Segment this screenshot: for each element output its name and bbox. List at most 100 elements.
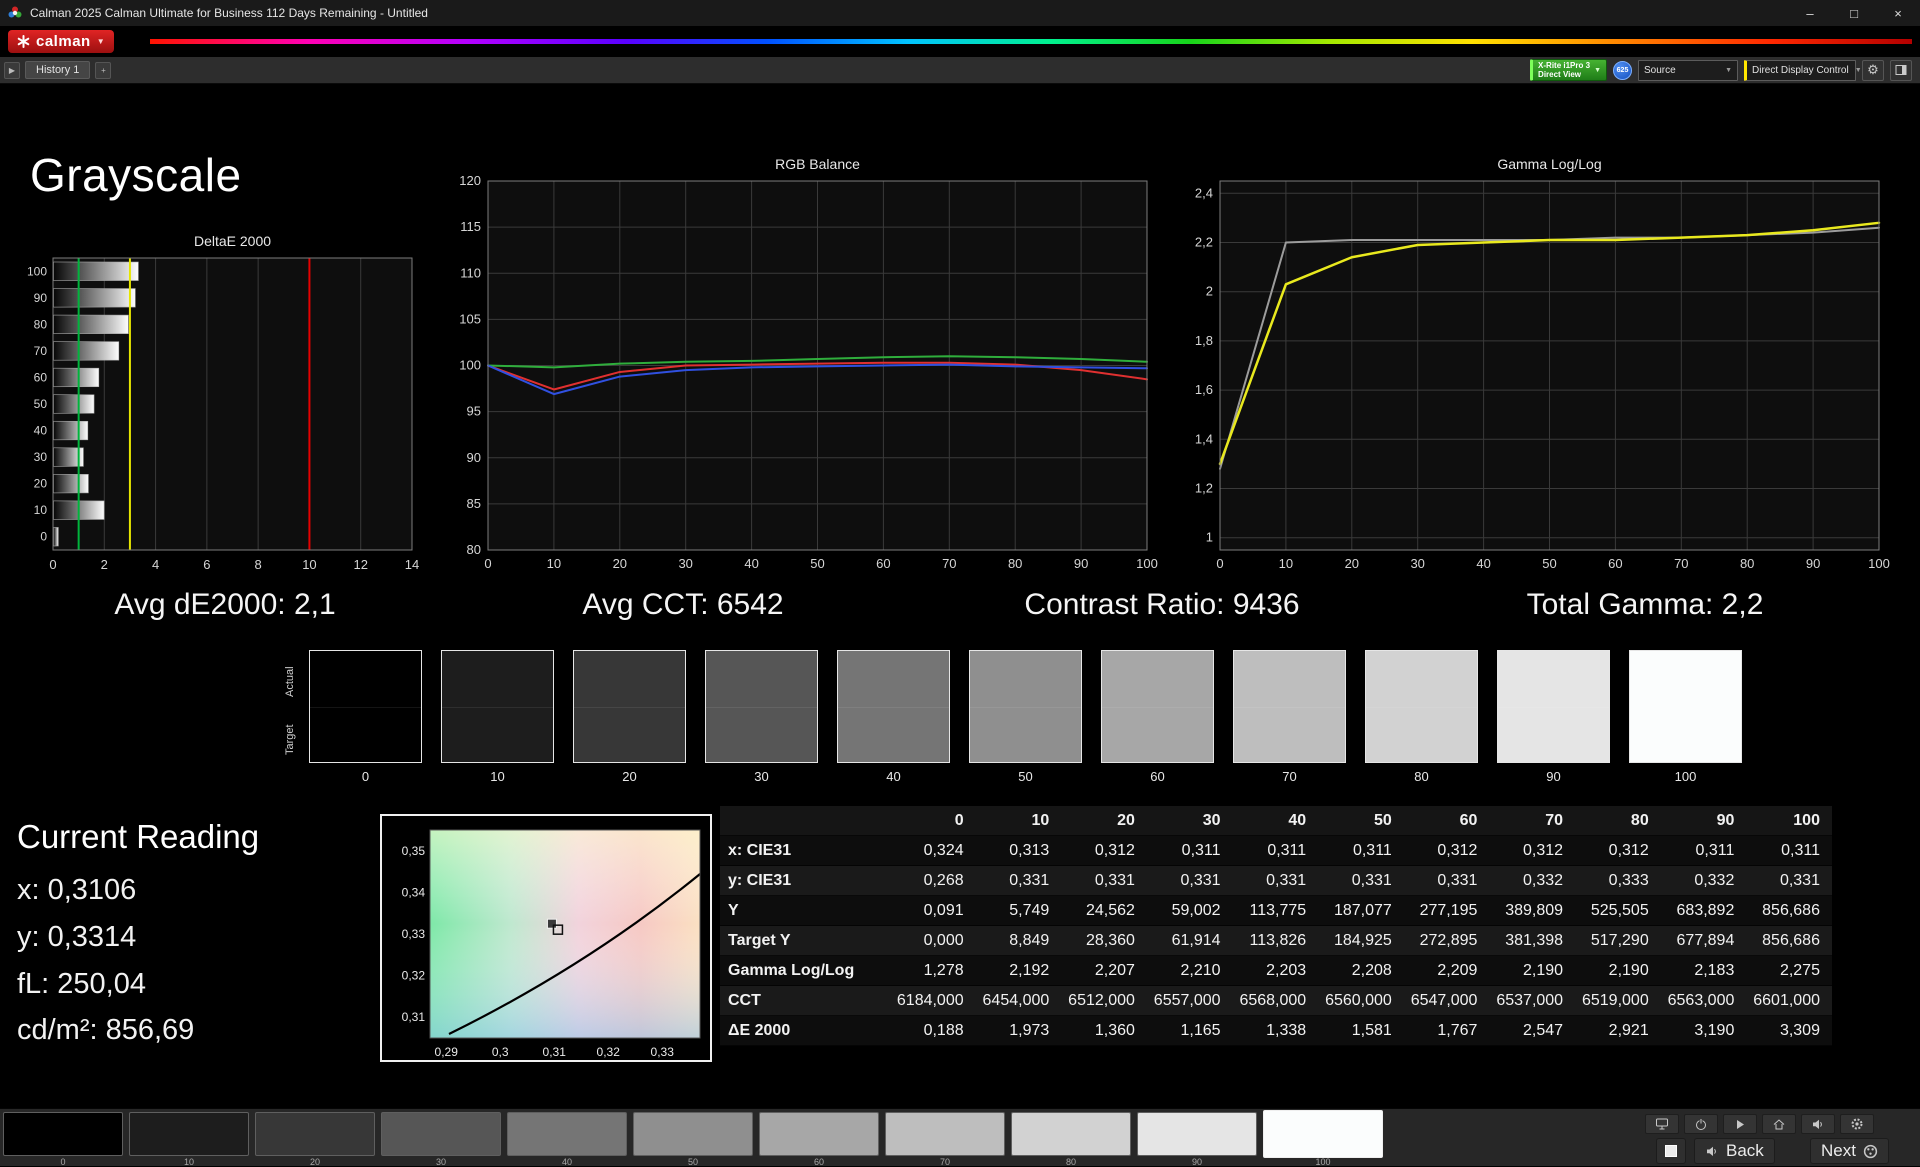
chart-label: 0,33 xyxy=(402,927,426,941)
swatch-level-label: 70 xyxy=(1282,769,1297,784)
chart-label: 4 xyxy=(152,557,159,572)
gear-button[interactable] xyxy=(1840,1114,1874,1134)
pattern-patch-90[interactable] xyxy=(1137,1112,1257,1156)
chart-label: 40 xyxy=(1476,556,1490,571)
spectrum-strip xyxy=(150,39,1912,44)
maximize-button[interactable]: □ xyxy=(1832,0,1876,27)
pattern-patch-0[interactable] xyxy=(3,1112,123,1156)
table-cell: 0,312 xyxy=(1437,841,1478,859)
close-button[interactable]: × xyxy=(1876,0,1920,27)
chart-label: 20 xyxy=(1345,556,1359,571)
chart-label: 105 xyxy=(459,311,481,326)
swatch-actual xyxy=(706,651,817,707)
settings-gear-button[interactable]: ⚙ xyxy=(1862,59,1884,81)
table-cell: 184,925 xyxy=(1333,931,1392,949)
table-cell: 517,290 xyxy=(1590,931,1649,949)
chart-label: 0,31 xyxy=(543,1045,567,1059)
tab-history-1[interactable]: History 1 xyxy=(25,61,91,79)
row-label: Y xyxy=(728,901,739,919)
actual-axis-label: Actual xyxy=(284,666,296,698)
side-panel-toggle-button[interactable] xyxy=(1890,59,1912,81)
chart-label: 0 xyxy=(49,557,56,572)
pattern-square-icon xyxy=(1665,1145,1677,1157)
table-cell: 6563,000 xyxy=(1667,991,1735,1009)
chart-label: 100 xyxy=(1136,556,1158,571)
pattern-patch-80[interactable] xyxy=(1011,1112,1131,1156)
side-panel-icon xyxy=(1895,65,1907,75)
pattern-patch-40[interactable] xyxy=(507,1112,627,1156)
swatch-level-label: 20 xyxy=(622,769,637,784)
pattern-patch-30[interactable] xyxy=(381,1112,501,1156)
swatch-target xyxy=(706,706,817,762)
table-cell: 0,331 xyxy=(1180,871,1221,889)
minimize-button[interactable]: – xyxy=(1788,0,1832,27)
calman-logo[interactable]: calman ▼ xyxy=(8,30,114,53)
chart-label: 70 xyxy=(1674,556,1688,571)
swatch-actual xyxy=(1630,651,1741,707)
display-control-dropdown[interactable]: Direct Display Control ▼ xyxy=(1744,59,1862,81)
table-cell: 6560,000 xyxy=(1325,991,1392,1009)
chart-label: 0,3 xyxy=(492,1045,509,1059)
table-row: ΔE 2000 0,188 1,973 1,360 1,165 1,338 1,581 1,7… xyxy=(720,1016,1832,1046)
speaker-button[interactable] xyxy=(1801,1114,1835,1134)
chart-label: 1,4 xyxy=(1195,431,1213,446)
window-title: Calman 2025 Calman Ultimate for Business… xyxy=(30,6,428,20)
play-button[interactable] xyxy=(1723,1114,1757,1134)
home-button[interactable] xyxy=(1762,1114,1796,1134)
meter-dropdown[interactable]: X-Rite i1Pro 3 Direct View ▼ xyxy=(1530,59,1607,81)
chart-label: 115 xyxy=(460,219,481,234)
chart-label: 0,29 xyxy=(435,1045,459,1059)
table-header-cell: 30 xyxy=(1202,811,1221,829)
gear-icon xyxy=(1851,1118,1863,1130)
chart-label: 50 xyxy=(1542,556,1556,571)
chevron-down-icon: ▼ xyxy=(96,37,105,46)
toolbar: ▶ History 1 + X-Rite i1Pro 3 Direct View… xyxy=(0,57,1920,84)
table-cell: 0,331 xyxy=(1094,871,1135,889)
table-cell: 24,562 xyxy=(1085,901,1135,919)
pattern-patch-60[interactable] xyxy=(759,1112,879,1156)
pattern-patch-20[interactable] xyxy=(255,1112,375,1156)
swatch-level-label: 10 xyxy=(490,769,505,784)
table-cell: 0,331 xyxy=(1779,871,1820,889)
table-cell: 2,208 xyxy=(1351,961,1392,979)
chart-label: 8 xyxy=(255,557,262,572)
panel-expand-button[interactable]: ▶ xyxy=(4,61,20,79)
meter-status-badge[interactable]: 625 xyxy=(1613,60,1632,80)
display-button[interactable] xyxy=(1645,1114,1679,1134)
table-cell: 0,091 xyxy=(923,901,964,919)
chart-label: 80 xyxy=(1740,556,1754,571)
table-cell: 277,195 xyxy=(1419,901,1478,919)
table-cell: 3,190 xyxy=(1694,1021,1735,1039)
table-cell: 6537,000 xyxy=(1496,991,1564,1009)
chart-label: 85 xyxy=(467,496,481,511)
power-button[interactable] xyxy=(1684,1114,1718,1134)
next-button[interactable]: Next xyxy=(1810,1138,1889,1164)
back-button[interactable]: Back xyxy=(1694,1138,1775,1164)
table-cell: 2,275 xyxy=(1779,961,1820,979)
avg-cct-value: Avg CCT: 6542 xyxy=(582,588,784,621)
table-header-row: 0 10 20 30 40 50 60 70 80 90 100 xyxy=(720,806,1832,836)
add-tab-button[interactable]: + xyxy=(95,61,112,79)
pattern-patch-10[interactable] xyxy=(129,1112,249,1156)
table-cell: 0,331 xyxy=(1009,871,1050,889)
table-cell: 0,331 xyxy=(1351,871,1392,889)
speaker-icon xyxy=(1813,1119,1822,1129)
reading-y: y: 0,3314 xyxy=(17,921,137,953)
pattern-patch-50[interactable] xyxy=(633,1112,753,1156)
table-row: Gamma Log/Log 1,278 2,192 2,207 2,210 2,203 2,… xyxy=(720,956,1832,986)
swatch-actual xyxy=(442,651,553,707)
measurement-table: 0 10 20 30 40 50 60 70 80 90 100 x: CIE31 0,324 0,313… xyxy=(720,806,1832,1046)
table-cell: 6557,000 xyxy=(1153,991,1221,1009)
table-cell: 8,849 xyxy=(1009,931,1050,949)
chart-label: 20 xyxy=(613,556,627,571)
table-cell: 0,188 xyxy=(923,1021,964,1039)
source-dropdown[interactable]: Source ▼ xyxy=(1638,59,1738,81)
table-cell: 0,311 xyxy=(1352,841,1392,859)
chart-label: 30 xyxy=(1410,556,1424,571)
pattern-patch-100[interactable] xyxy=(1263,1110,1383,1158)
chart-label: 0,33 xyxy=(651,1045,675,1059)
grayscale-swatch-0 xyxy=(309,650,422,763)
chart-label: 90 xyxy=(34,291,48,305)
pattern-window-button[interactable] xyxy=(1656,1138,1686,1164)
pattern-patch-70[interactable] xyxy=(885,1112,1005,1156)
